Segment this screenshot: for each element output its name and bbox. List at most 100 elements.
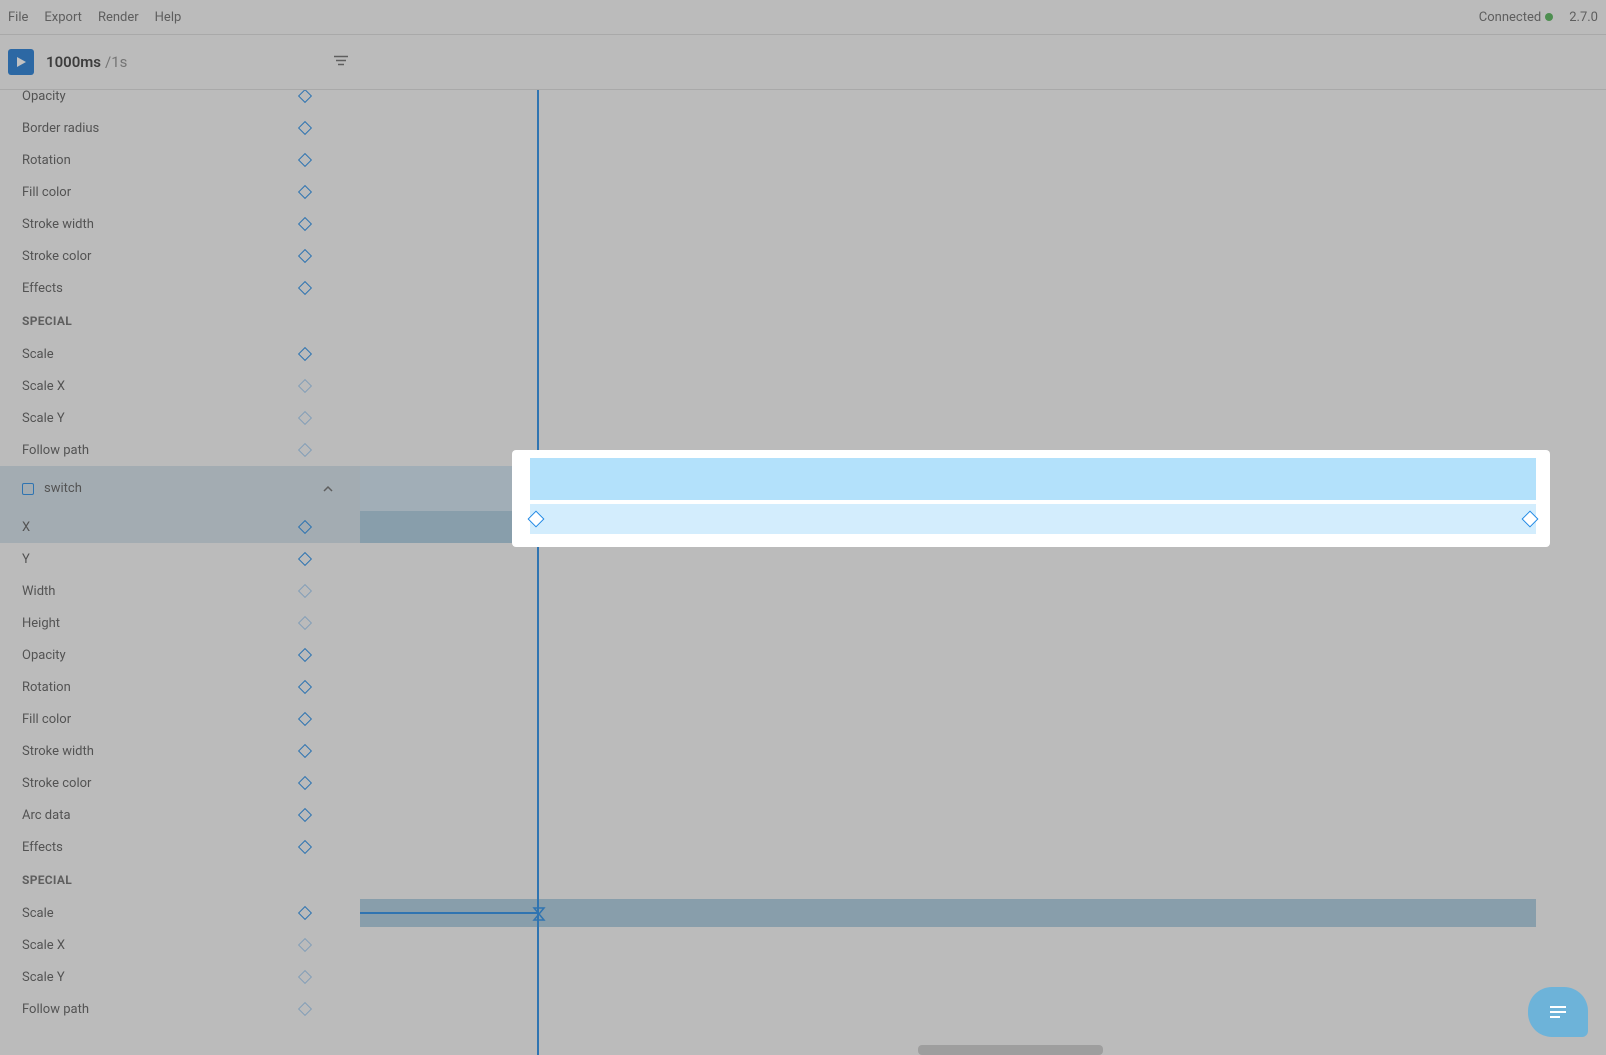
property-sidebar[interactable]: Opacity Border radius Rotation Fill color St…	[0, 90, 360, 1055]
workspace: Opacity Border radius Rotation Fill color St…	[0, 90, 1606, 1055]
keyframe-toggle-icon[interactable]	[298, 379, 312, 393]
timeline-area[interactable]: ms1000ms1100ms1200ms1300ms1400ms1500ms	[360, 90, 1606, 1055]
property-label: Stroke width	[22, 217, 94, 232]
property-label: Rotation	[22, 680, 71, 695]
property-row-effects[interactable]: Effects	[0, 272, 360, 304]
property-label: Fill color	[22, 185, 71, 200]
property-row-scale-y[interactable]: Scale Y	[0, 961, 360, 993]
property-label: Rotation	[22, 153, 71, 168]
property-label: Fill color	[22, 712, 71, 727]
keyframe-toggle-icon[interactable]	[298, 744, 312, 758]
keyframe-toggle-icon[interactable]	[298, 680, 312, 694]
property-row-width[interactable]: Width	[0, 575, 360, 607]
time-display: 1000ms/1s	[46, 53, 127, 71]
property-row-border-radius[interactable]: Border radius	[0, 112, 360, 144]
property-row-arc-data[interactable]: Arc data	[0, 799, 360, 831]
layer-name: switch	[44, 481, 82, 496]
keyframe-toggle-icon[interactable]	[298, 938, 312, 952]
spotlight-layer-bar	[530, 458, 1536, 500]
spotlight-track-bar	[530, 504, 1536, 534]
property-row-fill-color[interactable]: Fill color	[0, 176, 360, 208]
menu-render[interactable]: Render	[98, 10, 139, 25]
property-row-rotation[interactable]: Rotation	[0, 671, 360, 703]
keyframe-toggle-icon[interactable]	[298, 616, 312, 630]
property-label: Width	[22, 584, 55, 599]
keyframe-toggle-icon[interactable]	[298, 281, 312, 295]
keyframe-toggle-icon[interactable]	[298, 121, 312, 135]
property-label: Height	[22, 616, 60, 631]
property-label: Scale	[22, 906, 54, 921]
property-row-stroke-width[interactable]: Stroke width	[0, 735, 360, 767]
property-label: Scale Y	[22, 970, 65, 985]
keyframe-end-icon[interactable]	[1530, 519, 1542, 531]
keyframe-toggle-icon[interactable]	[298, 712, 312, 726]
keyframe-toggle-icon[interactable]	[298, 347, 312, 361]
chat-button[interactable]	[1528, 987, 1588, 1037]
keyframe-toggle-icon[interactable]	[298, 840, 312, 854]
keyframe-toggle-icon[interactable]	[298, 906, 312, 920]
property-row-stroke-color[interactable]: Stroke color	[0, 767, 360, 799]
keyframe-toggle-icon[interactable]	[298, 584, 312, 598]
current-time: 1000ms	[46, 53, 101, 71]
property-row-height[interactable]: Height	[0, 607, 360, 639]
property-label: Effects	[22, 840, 63, 855]
menu-export[interactable]: Export	[44, 10, 82, 25]
keyframe-toggle-icon[interactable]	[298, 1002, 312, 1016]
property-row-rotation[interactable]: Rotation	[0, 144, 360, 176]
property-label: Stroke color	[22, 776, 91, 791]
property-label: Scale X	[22, 938, 65, 953]
property-row-follow-path[interactable]: Follow path	[0, 434, 360, 466]
menubar: File Export Render Help Connected 2.7.0	[0, 0, 1606, 35]
timeline-options-icon[interactable]	[333, 54, 349, 71]
play-icon	[15, 56, 27, 68]
property-label: Scale	[22, 347, 54, 362]
keyframe-toggle-icon[interactable]	[298, 552, 312, 566]
keyframe-toggle-icon[interactable]	[298, 153, 312, 167]
keyframe-toggle-icon[interactable]	[298, 217, 312, 231]
property-row-follow-path[interactable]: Follow path	[0, 993, 360, 1025]
chevron-up-icon[interactable]	[322, 482, 334, 496]
keyframe-toggle-icon[interactable]	[298, 776, 312, 790]
property-label: Follow path	[22, 443, 89, 458]
layer-header-switch[interactable]: switch	[0, 466, 360, 511]
keyframe-toggle-icon[interactable]	[298, 90, 312, 103]
property-label: Stroke color	[22, 249, 91, 264]
property-row-opacity[interactable]: Opacity	[0, 90, 360, 112]
menu-help[interactable]: Help	[155, 10, 182, 25]
property-row-x[interactable]: X	[0, 511, 360, 543]
toolbar: 1000ms/1s	[0, 35, 1606, 90]
chat-icon	[1546, 1002, 1570, 1022]
play-button[interactable]	[8, 49, 34, 75]
keyframe-toggle-icon[interactable]	[298, 808, 312, 822]
keyframe-toggle-icon[interactable]	[298, 443, 312, 457]
property-row-scale-x[interactable]: Scale X	[0, 370, 360, 402]
property-row-fill-color[interactable]: Fill color	[0, 703, 360, 735]
horizontal-scrollbar[interactable]	[918, 1045, 1103, 1055]
keyframe-start-icon[interactable]	[536, 519, 548, 531]
property-label: Opacity	[22, 90, 66, 104]
property-row-stroke-color[interactable]: Stroke color	[0, 240, 360, 272]
property-row-effects[interactable]: Effects	[0, 831, 360, 863]
layer-shape-icon	[22, 483, 34, 495]
property-row-scale-y[interactable]: Scale Y	[0, 402, 360, 434]
total-time: /1s	[105, 53, 127, 71]
property-row-scale[interactable]: Scale	[0, 338, 360, 370]
property-label: Arc data	[22, 808, 71, 823]
keyframe-toggle-icon[interactable]	[298, 249, 312, 263]
keyframe-toggle-icon[interactable]	[298, 185, 312, 199]
menu-file[interactable]: File	[8, 10, 28, 25]
property-label: Border radius	[22, 121, 99, 136]
keyframe-toggle-icon[interactable]	[298, 970, 312, 984]
property-row-opacity[interactable]: Opacity	[0, 639, 360, 671]
property-label: Follow path	[22, 1002, 89, 1017]
property-row-scale-x[interactable]: Scale X	[0, 929, 360, 961]
keyframe-toggle-icon[interactable]	[298, 411, 312, 425]
property-row-stroke-width[interactable]: Stroke width	[0, 208, 360, 240]
keyframe-ease-icon[interactable]	[532, 907, 544, 919]
property-row-scale[interactable]: Scale	[0, 897, 360, 929]
property-row-y[interactable]: Y	[0, 543, 360, 575]
keyframe-toggle-icon[interactable]	[298, 648, 312, 662]
property-label: X	[22, 520, 30, 535]
keyframe-toggle-icon[interactable]	[298, 520, 312, 534]
property-label: Opacity	[22, 648, 66, 663]
